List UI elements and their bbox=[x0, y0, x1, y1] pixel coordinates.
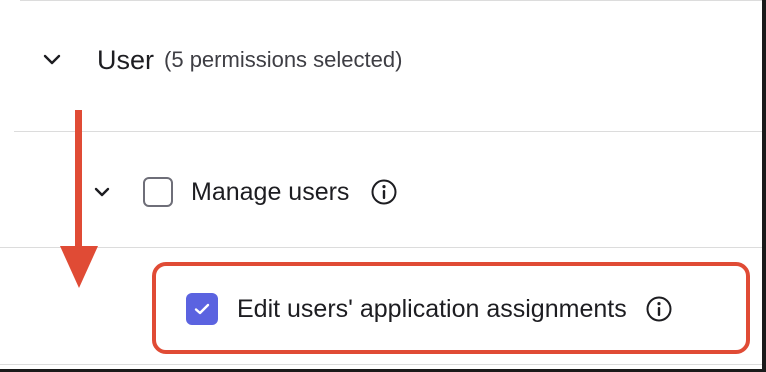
top-divider bbox=[20, 0, 762, 1]
chevron-down-icon[interactable] bbox=[90, 180, 114, 204]
window-edge-right bbox=[762, 0, 766, 372]
arrow-down-icon bbox=[60, 246, 98, 288]
manage-users-checkbox[interactable] bbox=[143, 177, 173, 207]
group-title: User bbox=[97, 44, 155, 75]
annotation-arrow-shaft bbox=[75, 110, 82, 250]
user-permissions-group-header[interactable]: User (5 permissions selected) bbox=[40, 36, 402, 84]
permission-label: Manage users bbox=[191, 177, 350, 206]
permission-row-manage-users: Manage users bbox=[90, 170, 399, 214]
selected-count: (5 permissions selected) bbox=[164, 47, 403, 72]
annotation-highlight-box bbox=[152, 262, 750, 354]
row-divider bbox=[0, 247, 762, 248]
group-divider bbox=[14, 131, 762, 132]
permissions-panel: User (5 permissions selected) Manage use… bbox=[0, 0, 766, 372]
info-icon[interactable] bbox=[369, 177, 399, 207]
chevron-down-icon[interactable] bbox=[40, 48, 64, 72]
row-divider bbox=[0, 364, 762, 365]
